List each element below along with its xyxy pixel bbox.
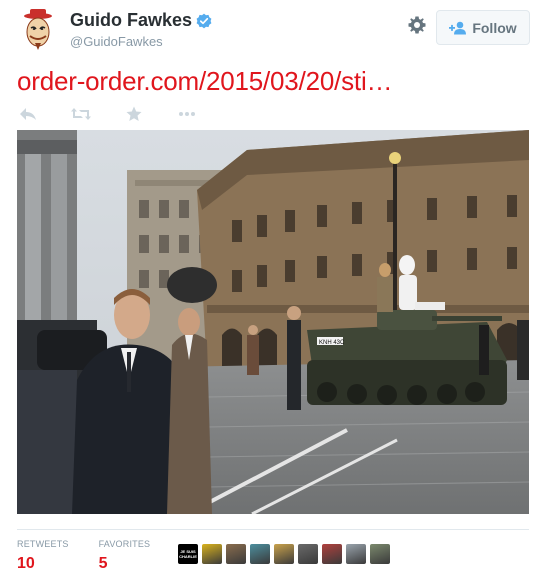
retweet-icon — [71, 108, 91, 120]
add-user-icon — [449, 21, 467, 34]
favorites-stat[interactable]: FAVORITES 5 — [99, 539, 151, 573]
tweet-actions — [18, 102, 230, 126]
author-block[interactable]: Guido Fawkes @GuidoFawkes — [70, 10, 212, 49]
follow-button-label: Follow — [472, 19, 517, 36]
follow-button[interactable]: Follow — [436, 10, 530, 45]
more-dots-icon — [179, 112, 195, 116]
street-scene-photo: KNH 43C — [17, 130, 529, 514]
retweet-button[interactable] — [71, 104, 91, 124]
favorite-star-icon — [126, 106, 142, 121]
retweets-stat[interactable]: RETWEETS 10 — [17, 539, 69, 573]
favoriter-avatar[interactable] — [250, 544, 270, 564]
tweet-text: order-order.com/2015/03/20/sti… — [17, 66, 393, 97]
tweet-header: Guido Fawkes @GuidoFawkes Follow — [18, 6, 532, 52]
favorites-count: 5 — [98, 555, 108, 572]
favoriter-avatar[interactable] — [370, 544, 390, 564]
gear-icon[interactable] — [407, 15, 427, 35]
verified-badge-icon — [196, 13, 212, 28]
name-row: Guido Fawkes — [70, 10, 212, 31]
favoriter-avatar[interactable] — [298, 544, 318, 564]
favoriter-avatar[interactable] — [322, 544, 342, 564]
favoriters-list: JE SUIS CHARLIE — [178, 544, 390, 564]
favoriter-avatar[interactable]: JE SUIS CHARLIE — [178, 544, 198, 564]
tweet-stats: RETWEETS 10 FAVORITES 5 — [17, 539, 180, 573]
reply-icon — [20, 108, 36, 120]
tweet-link[interactable]: order-order.com/2015/03/20/sti… — [17, 66, 393, 96]
favoriter-avatar[interactable] — [274, 544, 294, 564]
author-display-name[interactable]: Guido Fawkes — [70, 10, 192, 31]
tweet-photo[interactable]: KNH 43C — [17, 130, 529, 514]
more-button[interactable] — [177, 104, 197, 124]
favorites-label: FAVORITES — [98, 539, 151, 549]
retweets-label: RETWEETS — [17, 539, 69, 549]
guy-fawkes-mask-icon[interactable] — [18, 8, 58, 52]
retweets-count: 10 — [17, 555, 35, 572]
favorite-button[interactable] — [124, 104, 144, 124]
reply-button[interactable] — [18, 104, 38, 124]
favoriter-avatar[interactable] — [226, 544, 246, 564]
favoriter-avatar[interactable] — [202, 544, 222, 564]
tank-number-plate: KNH 43C — [319, 340, 345, 346]
author-handle[interactable]: @GuidoFawkes — [70, 34, 212, 49]
favoriter-avatar[interactable] — [346, 544, 366, 564]
divider — [17, 529, 529, 530]
